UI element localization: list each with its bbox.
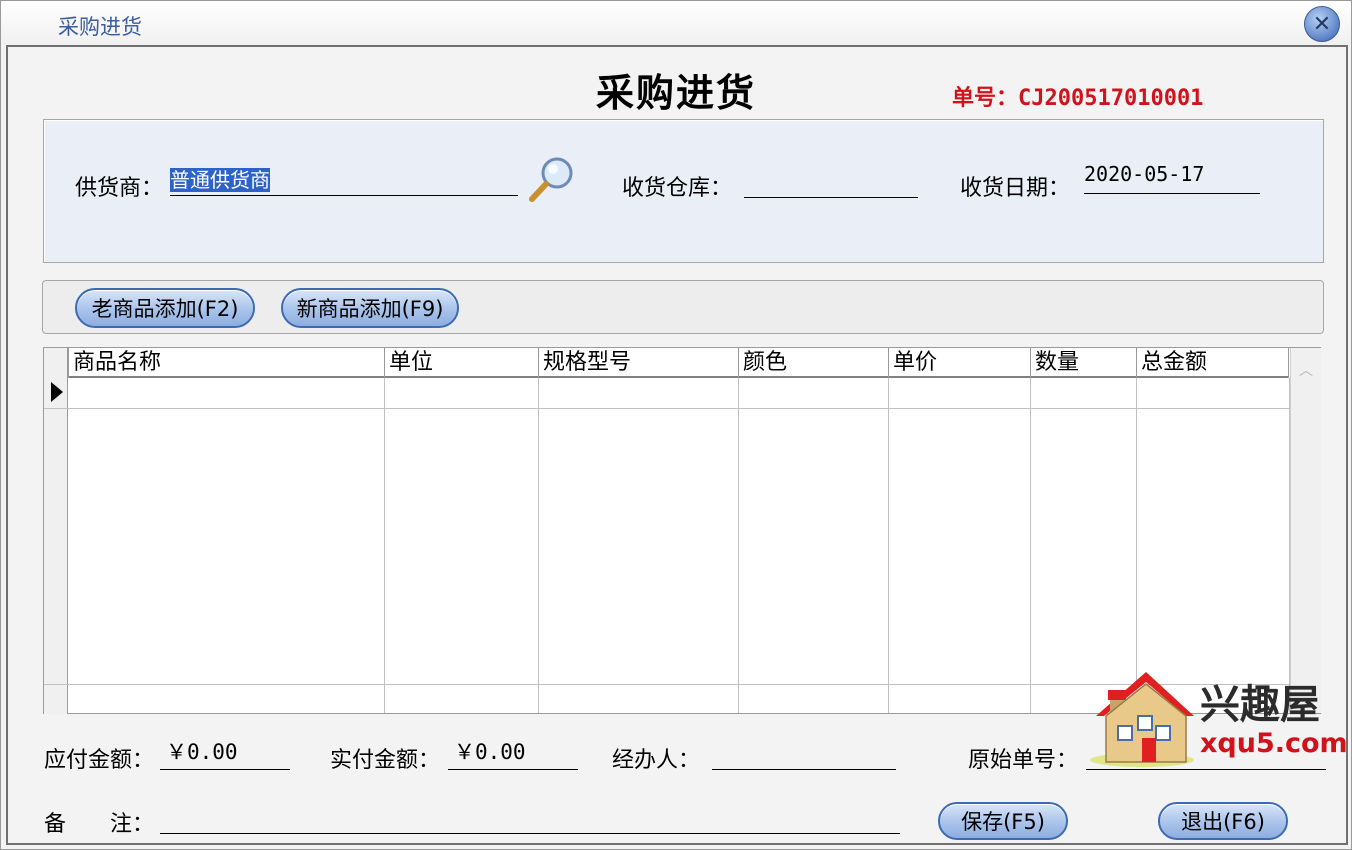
column-header[interactable]: 总金额 [1136,348,1289,378]
handler-input[interactable] [712,736,896,770]
title-bar: 采购进货 ✕ [1,1,1351,45]
watermark-text-cn: 兴趣屋 [1200,682,1320,728]
column-header[interactable]: 颜色 [738,348,888,378]
close-icon[interactable]: ✕ [1304,6,1340,42]
add-new-product-button[interactable]: 新商品添加(F9) [281,288,459,328]
paid-label: 实付金额： [330,748,441,773]
grid-divider [384,378,385,713]
exit-button[interactable]: 退出(F6) [1158,802,1288,840]
order-number: 单号：CJ200517010001 [952,86,1204,111]
column-header[interactable]: 商品名称 [68,348,384,378]
handler-label: 经办人： [612,748,701,773]
grid-divider [1030,378,1031,713]
scroll-up-icon[interactable]: ︿ [1299,360,1313,379]
column-header[interactable]: 规格型号 [538,348,738,378]
supplier-input[interactable]: 普通供货商 [170,164,518,196]
grid-divider [738,378,739,713]
product-grid[interactable]: 商品名称 单位 规格型号 颜色 单价 数量 总金额 ︿ [43,347,1321,714]
table-row[interactable] [44,408,1289,409]
warehouse-input[interactable] [744,166,918,198]
column-header[interactable]: 单价 [888,348,1030,378]
column-header[interactable]: 数量 [1030,348,1136,378]
grid-divider [538,378,539,713]
paid-amount[interactable]: ￥0.00 [448,736,578,770]
warehouse-label: 收货仓库： [622,176,733,201]
supplier-value: 普通供货商 [170,168,270,192]
remark-input[interactable] [160,800,900,834]
window-title: 采购进货 [58,15,142,39]
column-header[interactable]: 单位 [384,348,538,378]
watermark-text-en: xqu5.com [1200,728,1348,759]
supplier-label: 供货商： [75,176,164,201]
add-existing-product-button[interactable]: 老商品添加(F2) [75,288,255,328]
search-icon[interactable] [526,154,578,204]
save-button[interactable]: 保存(F5) [938,802,1068,840]
remark-label: 备 注： [44,812,155,837]
current-row-arrow-icon [51,382,63,402]
payable-label: 应付金额： [44,748,155,773]
row-selector-column [44,348,68,714]
grid-divider [1136,378,1137,713]
grid-divider [888,378,889,713]
grid-header: 商品名称 单位 规格型号 颜色 单价 数量 总金额 [44,348,1289,378]
date-input[interactable]: 2020-05-17 [1084,162,1260,194]
original-no-label: 原始单号： [968,748,1079,773]
date-label: 收货日期： [960,176,1071,201]
grid-scrollbar[interactable]: ︿ [1290,348,1321,713]
payable-amount[interactable]: ￥0.00 [160,736,290,770]
